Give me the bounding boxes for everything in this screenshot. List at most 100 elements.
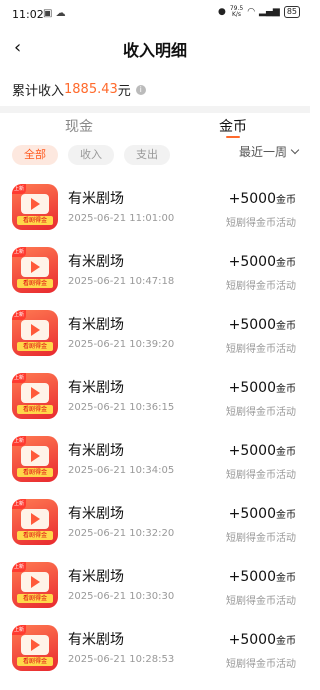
new-tag: 上新 bbox=[12, 184, 26, 194]
record-amount: +5000金币 bbox=[229, 254, 296, 270]
info-icon[interactable]: i bbox=[135, 84, 146, 95]
record-time: 2025-06-21 10:36:15 bbox=[68, 402, 175, 413]
record-amount-unit: 金币 bbox=[276, 195, 296, 206]
record-amount: +5000金币 bbox=[229, 632, 296, 648]
play-icon bbox=[31, 450, 40, 462]
summary-label: 累计收入 bbox=[12, 84, 65, 99]
list-item[interactable]: 上新 看剧得金 有米剧场 2025-06-21 10:34:05 +5000金币… bbox=[0, 430, 310, 493]
record-amount: +5000金币 bbox=[229, 380, 296, 396]
record-app-name: 有米剧场 bbox=[68, 380, 124, 396]
list-item[interactable]: 上新 看剧得金 有米剧场 2025-06-21 11:01:00 +5000金币… bbox=[0, 178, 310, 241]
record-amount: +5000金币 bbox=[229, 506, 296, 522]
play-icon bbox=[31, 576, 40, 588]
new-tag: 上新 bbox=[12, 310, 26, 320]
record-description: 短剧得金币活动 bbox=[226, 470, 296, 481]
record-amount-value: +5000 bbox=[228, 380, 276, 396]
record-amount-value: +5000 bbox=[228, 254, 276, 270]
currency-tabs: 现金 金币 bbox=[0, 116, 310, 138]
play-icon bbox=[31, 261, 40, 273]
record-amount-unit: 金币 bbox=[276, 636, 296, 647]
app-icon: 上新 看剧得金 bbox=[12, 436, 58, 482]
network-speed: 79.5 K/s bbox=[230, 6, 243, 18]
record-amount-unit: 金币 bbox=[276, 321, 296, 332]
record-time: 2025-06-21 10:30:30 bbox=[68, 591, 175, 602]
summary-unit: 元 bbox=[117, 84, 131, 99]
record-amount-value: +5000 bbox=[228, 317, 276, 333]
filter-expense[interactable]: 支出 bbox=[124, 145, 170, 165]
record-time: 2025-06-21 10:28:53 bbox=[68, 654, 175, 665]
list-item[interactable]: 上新 看剧得金 有米剧场 2025-06-21 10:39:20 +5000金币… bbox=[0, 304, 310, 367]
record-amount-value: +5000 bbox=[228, 506, 276, 522]
chevron-down-icon bbox=[290, 145, 300, 154]
status-bar: 11:02 ▣ ☁ ● 79.5 K/s ◠ ▂▄▆ 85 bbox=[0, 0, 310, 30]
app-badge: 看剧得金 bbox=[17, 342, 53, 351]
record-time: 2025-06-21 10:32:20 bbox=[68, 528, 175, 539]
record-description: 短剧得金币活动 bbox=[226, 407, 296, 418]
period-dropdown[interactable]: 最近一周 bbox=[239, 143, 300, 160]
app-badge: 看剧得金 bbox=[17, 531, 53, 540]
record-amount-value: +5000 bbox=[228, 191, 276, 207]
filter-all[interactable]: 全部 bbox=[12, 145, 58, 165]
play-icon bbox=[31, 324, 40, 336]
record-amount-value: +5000 bbox=[228, 443, 276, 459]
income-summary: 累计收入 1885.43 元 i bbox=[12, 80, 146, 99]
location-icon: ● bbox=[217, 7, 226, 17]
app-badge: 看剧得金 bbox=[17, 468, 53, 477]
battery-icon: 85 bbox=[283, 6, 300, 18]
app-badge: 看剧得金 bbox=[17, 279, 53, 288]
section-divider bbox=[0, 106, 310, 113]
app-badge: 看剧得金 bbox=[17, 657, 53, 666]
record-app-name: 有米剧场 bbox=[68, 254, 124, 270]
record-app-name: 有米剧场 bbox=[68, 317, 124, 333]
record-description: 短剧得金币活动 bbox=[226, 596, 296, 607]
record-app-name: 有米剧场 bbox=[68, 191, 124, 207]
record-amount-unit: 金币 bbox=[276, 573, 296, 584]
play-icon bbox=[31, 198, 40, 210]
wifi-icon: ◠ bbox=[247, 7, 256, 17]
record-amount: +5000金币 bbox=[229, 317, 296, 333]
record-description: 短剧得金币活动 bbox=[226, 218, 296, 229]
app-icon: 上新 看剧得金 bbox=[12, 373, 58, 419]
app-badge: 看剧得金 bbox=[17, 216, 53, 225]
record-description: 短剧得金币活动 bbox=[226, 659, 296, 670]
list-item[interactable]: 上新 看剧得金 有米剧场 2025-06-21 10:47:18 +5000金币… bbox=[0, 241, 310, 304]
play-icon bbox=[31, 513, 40, 525]
page-title: 收入明细 bbox=[122, 41, 187, 60]
record-time: 2025-06-21 10:47:18 bbox=[68, 276, 175, 287]
list-item[interactable]: 上新 看剧得金 有米剧场 2025-06-21 10:28:53 +5000金币… bbox=[0, 619, 310, 682]
app-badge: 看剧得金 bbox=[17, 594, 53, 603]
new-tag: 上新 bbox=[12, 247, 26, 257]
tab-coins[interactable]: 金币 bbox=[219, 116, 247, 136]
app-icon: 上新 看剧得金 bbox=[12, 184, 58, 230]
play-icon bbox=[31, 387, 40, 399]
list-item[interactable]: 上新 看剧得金 有米剧场 2025-06-21 10:32:20 +5000金币… bbox=[0, 493, 310, 556]
record-amount-unit: 金币 bbox=[276, 447, 296, 458]
record-amount-unit: 金币 bbox=[276, 384, 296, 395]
records-list: 上新 看剧得金 有米剧场 2025-06-21 11:01:00 +5000金币… bbox=[0, 178, 310, 682]
record-amount: +5000金币 bbox=[229, 191, 296, 207]
record-description: 短剧得金币活动 bbox=[226, 344, 296, 355]
record-app-name: 有米剧场 bbox=[68, 443, 124, 459]
record-amount: +5000金币 bbox=[229, 443, 296, 459]
app-icon: 上新 看剧得金 bbox=[12, 247, 58, 293]
record-app-name: 有米剧场 bbox=[68, 632, 124, 648]
filter-income[interactable]: 收入 bbox=[68, 145, 114, 165]
notification-icons: ▣ ☁ bbox=[43, 8, 66, 19]
active-tab-indicator bbox=[226, 136, 240, 138]
header: ‹ 收入明细 bbox=[0, 30, 310, 66]
tab-cash[interactable]: 现金 bbox=[65, 116, 93, 136]
app-icon: 上新 看剧得金 bbox=[12, 499, 58, 545]
record-description: 短剧得金币活动 bbox=[226, 533, 296, 544]
record-amount: +5000金币 bbox=[229, 569, 296, 585]
network-speed-unit: K/s bbox=[231, 11, 242, 18]
record-app-name: 有米剧场 bbox=[68, 569, 124, 585]
record-amount-value: +5000 bbox=[228, 632, 276, 648]
record-description: 短剧得金币活动 bbox=[226, 281, 296, 292]
new-tag: 上新 bbox=[12, 499, 26, 509]
record-amount-unit: 金币 bbox=[276, 510, 296, 521]
app-icon: 上新 看剧得金 bbox=[12, 625, 58, 671]
record-time: 2025-06-21 10:39:20 bbox=[68, 339, 175, 350]
list-item[interactable]: 上新 看剧得金 有米剧场 2025-06-21 10:36:15 +5000金币… bbox=[0, 367, 310, 430]
record-app-name: 有米剧场 bbox=[68, 506, 124, 522]
list-item[interactable]: 上新 看剧得金 有米剧场 2025-06-21 10:30:30 +5000金币… bbox=[0, 556, 310, 619]
